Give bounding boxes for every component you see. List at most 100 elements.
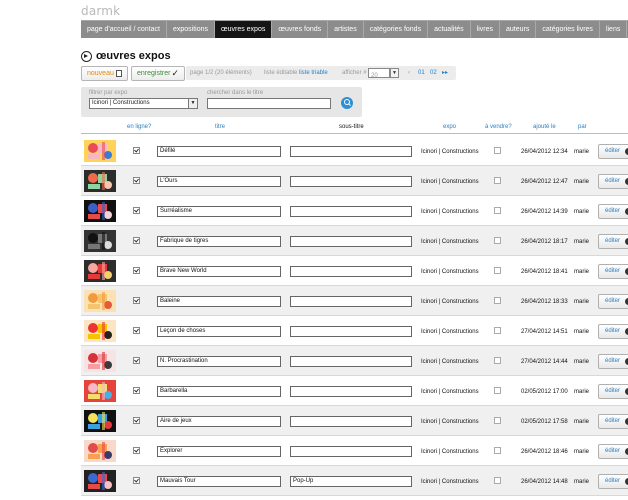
subtitle-field[interactable] — [290, 356, 412, 367]
title-field[interactable]: Défilé — [157, 146, 281, 157]
edit-button[interactable]: éditer — [598, 414, 628, 429]
nav-item[interactable]: liens — [600, 21, 628, 38]
subtitle-field[interactable] — [290, 386, 412, 397]
online-checkbox[interactable] — [133, 477, 140, 484]
title-field[interactable]: Brave New World — [157, 266, 281, 277]
edit-button[interactable]: éditer — [598, 474, 628, 489]
subtitle-field[interactable] — [290, 176, 412, 187]
expo-filter-select[interactable]: Icinori | Constructions ▼ — [89, 98, 198, 109]
col-par[interactable]: par — [578, 124, 587, 130]
title-field[interactable]: Mauvais Tour — [157, 476, 281, 487]
artwork-thumbnail[interactable] — [84, 350, 116, 372]
for-sale-checkbox[interactable] — [494, 267, 501, 274]
edit-button[interactable]: éditer — [598, 174, 628, 189]
col-a-vendre[interactable]: à vendre? — [485, 124, 512, 130]
for-sale-checkbox[interactable] — [494, 207, 501, 214]
subtitle-field[interactable] — [290, 326, 412, 337]
title-field[interactable]: Explorer — [157, 446, 281, 457]
title-field[interactable]: N. Procrastination — [157, 356, 281, 367]
online-checkbox[interactable] — [133, 177, 140, 184]
online-checkbox[interactable] — [133, 147, 140, 154]
nav-item[interactable]: actualités — [428, 21, 471, 38]
col-online[interactable]: en ligne? — [127, 124, 151, 130]
new-button[interactable]: nouveau — [81, 66, 128, 81]
search-icon[interactable] — [341, 97, 353, 109]
artwork-thumbnail[interactable] — [84, 170, 116, 192]
nav-item[interactable]: auteurs — [500, 21, 537, 38]
online-checkbox[interactable] — [133, 357, 140, 364]
nav-item[interactable]: artistes — [328, 21, 364, 38]
col-ajoute-le[interactable]: ajouté le — [533, 124, 556, 130]
artwork-thumbnail[interactable] — [84, 260, 116, 282]
edit-button[interactable]: éditer — [598, 324, 628, 339]
artwork-thumbnail[interactable] — [84, 440, 116, 462]
subtitle-field[interactable] — [290, 296, 412, 307]
subtitle-field[interactable] — [290, 416, 412, 427]
page-size-select[interactable]: 20 ▼ — [368, 68, 399, 79]
for-sale-checkbox[interactable] — [494, 327, 501, 334]
for-sale-checkbox[interactable] — [494, 297, 501, 304]
artwork-thumbnail[interactable] — [84, 470, 116, 492]
nav-item[interactable]: page d'accueil / contact — [81, 21, 167, 38]
nav-item[interactable]: expositions — [167, 21, 215, 38]
artwork-thumbnail[interactable] — [84, 230, 116, 252]
edit-button[interactable]: éditer — [598, 234, 628, 249]
subtitle-field[interactable] — [290, 446, 412, 457]
artwork-thumbnail[interactable] — [84, 410, 116, 432]
chevron-down-icon[interactable]: ▼ — [390, 68, 399, 78]
online-checkbox[interactable] — [133, 297, 140, 304]
online-checkbox[interactable] — [133, 387, 140, 394]
artwork-thumbnail[interactable] — [84, 290, 116, 312]
nav-item[interactable]: œuvres expos — [214, 21, 273, 38]
for-sale-checkbox[interactable] — [494, 447, 501, 454]
page-link-2[interactable]: 02 — [430, 66, 437, 80]
edit-button[interactable]: éditer — [598, 354, 628, 369]
nav-item[interactable]: œuvres fonds — [272, 21, 329, 38]
page-next-icon[interactable]: ▸▸ — [442, 66, 448, 80]
title-field[interactable]: Baleine — [157, 296, 281, 307]
subtitle-field[interactable] — [290, 206, 412, 217]
for-sale-checkbox[interactable] — [494, 177, 501, 184]
artwork-thumbnail[interactable] — [84, 320, 116, 342]
title-field[interactable]: Barbarella — [157, 386, 281, 397]
for-sale-checkbox[interactable] — [494, 477, 501, 484]
edit-button[interactable]: éditer — [598, 264, 628, 279]
for-sale-checkbox[interactable] — [494, 387, 501, 394]
edit-button[interactable]: éditer — [598, 444, 628, 459]
page-prev-icon[interactable]: ‹ — [408, 66, 410, 80]
artwork-thumbnail[interactable] — [84, 140, 116, 162]
subtitle-field[interactable]: Pop-Up — [290, 476, 412, 487]
subtitle-field[interactable] — [290, 146, 412, 157]
online-checkbox[interactable] — [133, 237, 140, 244]
online-checkbox[interactable] — [133, 417, 140, 424]
search-input[interactable] — [207, 98, 331, 109]
for-sale-checkbox[interactable] — [494, 147, 501, 154]
subtitle-field[interactable] — [290, 236, 412, 247]
online-checkbox[interactable] — [133, 447, 140, 454]
title-field[interactable]: Fabrique de tigres — [157, 236, 281, 247]
title-field[interactable]: Surréalisme — [157, 206, 281, 217]
online-checkbox[interactable] — [133, 327, 140, 334]
edit-button[interactable]: éditer — [598, 144, 628, 159]
online-checkbox[interactable] — [133, 207, 140, 214]
artwork-thumbnail[interactable] — [84, 200, 116, 222]
title-field[interactable]: L'Ours — [157, 176, 281, 187]
chevron-down-icon[interactable]: ▼ — [188, 99, 197, 108]
logo[interactable]: darmk — [81, 4, 120, 18]
artwork-thumbnail[interactable] — [84, 380, 116, 402]
for-sale-checkbox[interactable] — [494, 357, 501, 364]
page-link-1[interactable]: 01 — [418, 66, 425, 80]
subtitle-field[interactable] — [290, 266, 412, 277]
nav-item[interactable]: livres — [471, 21, 500, 38]
nav-item[interactable]: catégories livres — [536, 21, 600, 38]
edit-button[interactable]: éditer — [598, 204, 628, 219]
for-sale-checkbox[interactable] — [494, 237, 501, 244]
col-expo[interactable]: expo — [443, 124, 456, 130]
online-checkbox[interactable] — [133, 267, 140, 274]
title-field[interactable]: Leçon de choses — [157, 326, 281, 337]
nav-item[interactable]: catégories fonds — [364, 21, 429, 38]
edit-button[interactable]: éditer — [598, 294, 628, 309]
save-button[interactable]: enregistrer ✓ — [131, 66, 185, 81]
col-titre[interactable]: titre — [215, 124, 225, 130]
edit-button[interactable]: éditer — [598, 384, 628, 399]
